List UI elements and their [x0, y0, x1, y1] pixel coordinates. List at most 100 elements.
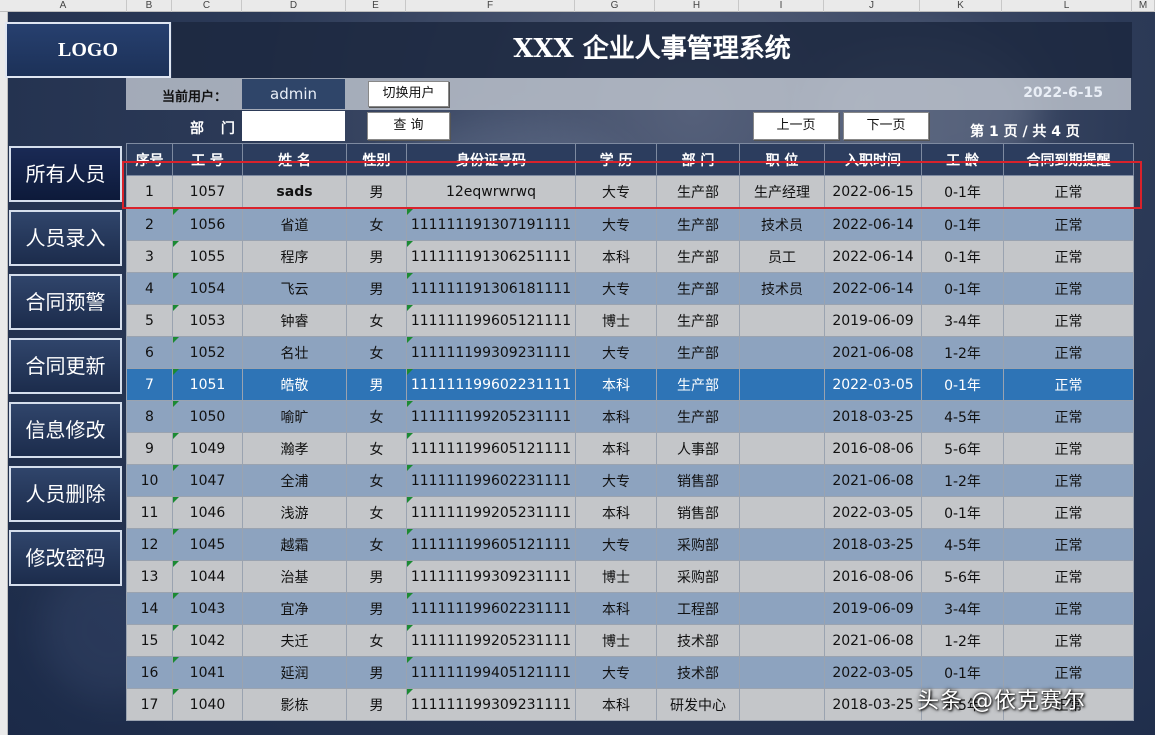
table-cell[interactable]: 越霜	[242, 528, 347, 561]
table-cell[interactable]: 女	[346, 624, 407, 657]
table-cell[interactable]: 111111191307191111	[406, 208, 576, 241]
table-cell[interactable]: 1051	[172, 368, 243, 401]
table-cell[interactable]: 2022-06-14	[824, 272, 922, 305]
table-cell[interactable]: 111111199309231111	[406, 336, 576, 369]
table-cell[interactable]: 技术部	[656, 656, 740, 689]
table-cell[interactable]: 2022-06-15	[824, 175, 922, 209]
table-cell[interactable]: 111111191306181111	[406, 272, 576, 305]
table-cell[interactable]: 14	[126, 592, 173, 625]
table-cell[interactable]: 皓敬	[242, 368, 347, 401]
table-cell[interactable]	[739, 528, 825, 561]
table-cell[interactable]: 111111199205231111	[406, 400, 576, 433]
column-header[interactable]: 部 门	[656, 143, 740, 176]
query-button[interactable]: 查 询	[367, 112, 450, 140]
table-cell[interactable]: 2022-03-05	[824, 368, 922, 401]
table-cell[interactable]: 0-1年	[921, 368, 1004, 401]
sidebar-item-6[interactable]: 人员删除	[9, 466, 122, 522]
table-cell[interactable]: 1054	[172, 272, 243, 305]
department-input[interactable]	[242, 111, 345, 141]
table-cell[interactable]: 男	[346, 656, 407, 689]
table-cell[interactable]: 111111199309231111	[406, 688, 576, 721]
table-cell[interactable]: 111111199309231111	[406, 560, 576, 593]
table-cell[interactable]: 技术部	[656, 624, 740, 657]
table-cell[interactable]: 4-5年	[921, 400, 1004, 433]
table-cell[interactable]: 生产部	[656, 208, 740, 241]
column-header[interactable]: 身份证号码	[406, 143, 576, 176]
table-cell[interactable]: 13	[126, 560, 173, 593]
table-cell[interactable]: 人事部	[656, 432, 740, 465]
table-cell[interactable]: 采购部	[656, 528, 740, 561]
table-cell[interactable]: 2022-06-14	[824, 240, 922, 273]
table-cell[interactable]: 1046	[172, 496, 243, 529]
table-cell[interactable]: 生产部	[656, 272, 740, 305]
table-cell[interactable]: 女	[346, 400, 407, 433]
table-cell[interactable]: 1	[126, 175, 173, 209]
table-cell[interactable]: 5	[126, 304, 173, 337]
table-cell[interactable]	[739, 464, 825, 497]
table-cell[interactable]: 0-1年	[921, 208, 1004, 241]
table-cell[interactable]: 111111199205231111	[406, 624, 576, 657]
table-row[interactable]: 15 1042 夫迁女 111111199205231111 博士 技术部 2021-06-…	[126, 624, 1134, 657]
table-cell[interactable]: 3-4年	[921, 592, 1004, 625]
column-header[interactable]: 入职时间	[824, 143, 922, 176]
table-cell[interactable]: 大专	[575, 656, 657, 689]
table-cell[interactable]: 瀚孝	[242, 432, 347, 465]
table-cell[interactable]: 研发中心	[656, 688, 740, 721]
table-cell[interactable]: 生产部	[656, 304, 740, 337]
table-cell[interactable]: 2	[126, 208, 173, 241]
table-cell[interactable]: 1056	[172, 208, 243, 241]
table-cell[interactable]: 10	[126, 464, 173, 497]
table-cell[interactable]: 15	[126, 624, 173, 657]
table-cell[interactable]	[739, 432, 825, 465]
table-cell[interactable]: 正常	[1003, 432, 1134, 465]
column-header[interactable]: 职 位	[739, 143, 825, 176]
sidebar-item-1[interactable]: 所有人员	[9, 146, 122, 202]
table-cell[interactable]: 正常	[1003, 240, 1134, 273]
table-cell[interactable]: 女	[346, 464, 407, 497]
table-cell[interactable]: 5-6年	[921, 560, 1004, 593]
table-cell[interactable]: 正常	[1003, 496, 1134, 529]
sidebar-item-3[interactable]: 合同预警	[9, 274, 122, 330]
table-cell[interactable]: 1055	[172, 240, 243, 273]
table-cell[interactable]: 0-1年	[921, 272, 1004, 305]
table-cell[interactable]: 1050	[172, 400, 243, 433]
table-cell[interactable]: 大专	[575, 175, 657, 209]
prev-page-button[interactable]: 上一页	[753, 112, 839, 140]
table-cell[interactable]: 2016-08-06	[824, 560, 922, 593]
next-page-button[interactable]: 下一页	[843, 112, 929, 140]
table-cell[interactable]: 1049	[172, 432, 243, 465]
table-cell[interactable]	[739, 688, 825, 721]
table-row[interactable]: 10 1047 全浦女 111111199602231111 大专 销售部 2021-06-…	[126, 464, 1134, 497]
table-cell[interactable]: 2018-03-25	[824, 688, 922, 721]
table-cell[interactable]: 2019-06-09	[824, 304, 922, 337]
column-header[interactable]: 工 号	[172, 143, 243, 176]
table-cell[interactable]: 女	[346, 528, 407, 561]
table-cell[interactable]: 1045	[172, 528, 243, 561]
table-cell[interactable]: 工程部	[656, 592, 740, 625]
table-cell[interactable]: 正常	[1003, 592, 1134, 625]
table-cell[interactable]: 2021-06-08	[824, 624, 922, 657]
table-cell[interactable]: 程序	[242, 240, 347, 273]
table-row[interactable]: 2 1056 省道女 111111191307191111 大专 生产部 技术员 2022-0…	[126, 208, 1134, 241]
table-cell[interactable]: 111111199602231111	[406, 464, 576, 497]
table-cell[interactable]: 延润	[242, 656, 347, 689]
table-cell[interactable]	[739, 400, 825, 433]
table-cell[interactable]: 111111191306251111	[406, 240, 576, 273]
table-row[interactable]: 7 1051 皓敬男 111111199602231111 本科 生产部 2022-03-0…	[126, 368, 1134, 401]
table-cell[interactable]: 博士	[575, 304, 657, 337]
table-cell[interactable]: 1044	[172, 560, 243, 593]
table-cell[interactable]: 生产部	[656, 240, 740, 273]
table-cell[interactable]: 生产部	[656, 368, 740, 401]
table-row[interactable]: 4 1054 飞云男 111111191306181111 大专 生产部 技术员 2022-0…	[126, 272, 1134, 305]
table-cell[interactable]: 女	[346, 432, 407, 465]
table-cell[interactable]: 5-6年	[921, 432, 1004, 465]
table-row[interactable]: 3 1055 程序男 111111191306251111 本科 生产部 员工 2022-06…	[126, 240, 1134, 273]
column-header[interactable]: 工 龄	[921, 143, 1004, 176]
table-cell[interactable]: 男	[346, 592, 407, 625]
table-cell[interactable]: 111111199205231111	[406, 496, 576, 529]
table-cell[interactable]: 男	[346, 688, 407, 721]
table-cell[interactable]: 夫迁	[242, 624, 347, 657]
table-cell[interactable]: 女	[346, 208, 407, 241]
table-cell[interactable]: 生产部	[656, 400, 740, 433]
table-row[interactable]: 1 1057 sads 男 12eqwrwrwq 大专 生产部 生产经理 2022-06-15 0…	[126, 175, 1134, 209]
